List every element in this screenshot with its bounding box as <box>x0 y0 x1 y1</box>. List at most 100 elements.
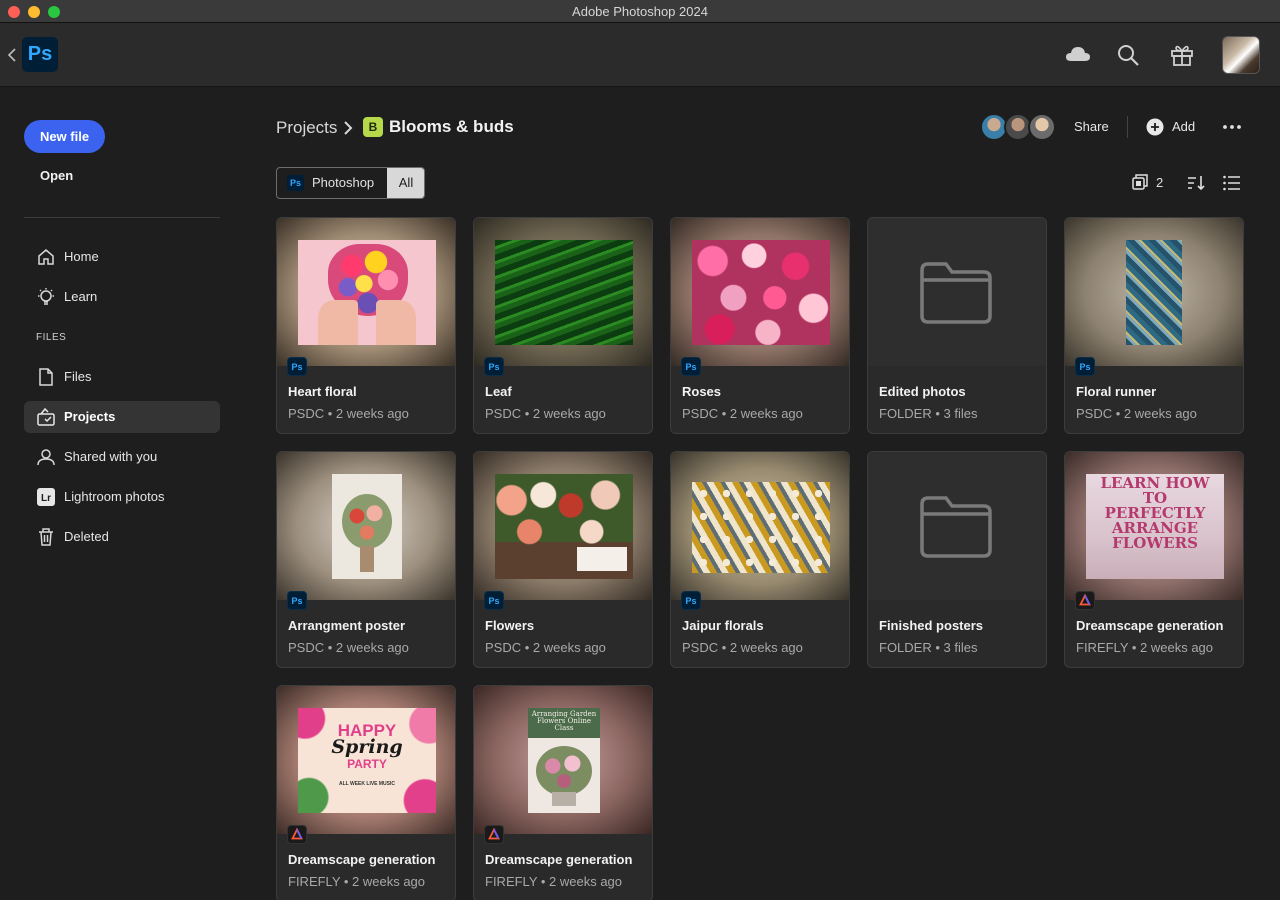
folder-icon <box>920 496 992 558</box>
file-card[interactable]: Ps Arrangment poster PSDC • 2 weeks ago <box>276 451 456 668</box>
card-meta: FIREFLY • 2 weeks ago <box>288 874 426 889</box>
poster-class-text: Arranging Garden Flowers Online Class <box>531 710 597 732</box>
projects-icon <box>37 407 55 426</box>
breadcrumb-projects-link[interactable]: Projects <box>276 118 337 138</box>
file-card[interactable]: LEARN HOW TO PERFECTLY ARRANGE FLOWERS D… <box>1064 451 1244 668</box>
poster-party-text: PARTY <box>347 757 387 771</box>
chevron-right-icon <box>344 121 353 135</box>
home-icon <box>38 249 54 265</box>
card-title: Dreamscape generation <box>1076 618 1224 633</box>
sidebar-item-files[interactable]: Files <box>24 361 220 393</box>
folder-icon <box>920 262 992 324</box>
window-titlebar: Adobe Photoshop 2024 <box>0 0 1280 23</box>
sidebar-item-home[interactable]: Home <box>24 241 220 273</box>
folder-card[interactable]: Finished posters FOLDER • 3 files <box>867 451 1047 668</box>
header-divider <box>1127 116 1128 138</box>
card-title: Finished posters <box>879 618 984 633</box>
new-file-button[interactable]: New file <box>24 120 105 153</box>
jaipur-florals-image <box>692 482 830 573</box>
add-button-label: Add <box>1172 119 1196 134</box>
photoshop-badge-icon: Ps <box>681 591 701 610</box>
card-meta: PSDC • 2 weeks ago <box>1076 406 1197 421</box>
poster-learn-text: LEARN HOW TO PERFECTLY ARRANGE FLOWERS <box>1100 474 1210 552</box>
document-icon <box>39 368 53 386</box>
sidebar-item-label: Home <box>64 249 99 264</box>
item-count: 2 <box>1156 175 1164 190</box>
arrangement-poster-image <box>332 474 402 579</box>
card-meta: FIREFLY • 2 weeks ago <box>485 874 623 889</box>
collaborator-avatar[interactable] <box>1028 113 1056 141</box>
sidebar-item-deleted[interactable]: Deleted <box>24 521 220 553</box>
share-button[interactable]: Share <box>1074 119 1109 134</box>
file-card[interactable]: Ps Leaf PSDC • 2 weeks ago <box>473 217 653 434</box>
card-thumbnail: LEARN HOW TO PERFECTLY ARRANGE FLOWERS <box>1065 452 1243 600</box>
file-card[interactable]: Ps Flowers PSDC • 2 weeks ago <box>473 451 653 668</box>
sidebar-divider <box>24 217 220 218</box>
heart-floral-image <box>298 240 436 345</box>
filter-photoshop-button[interactable]: Ps Photoshop <box>277 168 387 198</box>
card-title: Arrangment poster <box>288 618 406 633</box>
more-options-icon[interactable] <box>1222 118 1242 136</box>
card-meta: PSDC • 2 weeks ago <box>485 406 606 421</box>
photoshop-badge-icon: Ps <box>484 357 504 376</box>
sidebar-item-projects[interactable]: Projects <box>24 401 220 433</box>
sidebar-item-label: Projects <box>64 409 116 424</box>
sidebar-item-shared[interactable]: Shared with you <box>24 441 220 473</box>
project-badge: B <box>363 117 383 137</box>
card-thumbnail <box>1065 218 1243 366</box>
copy-count-icon[interactable] <box>1132 174 1148 190</box>
roses-image <box>692 240 830 345</box>
photoshop-badge-icon: Ps <box>287 175 304 191</box>
sidebar-item-label: Learn <box>64 289 98 304</box>
project-title: Blooms & buds <box>389 117 514 136</box>
filter-all-button[interactable]: All <box>387 168 424 198</box>
card-meta: PSDC • 2 weeks ago <box>682 406 803 421</box>
card-thumbnail <box>277 218 455 366</box>
card-title: Leaf <box>485 384 512 399</box>
cloud-icon[interactable] <box>1064 41 1092 69</box>
card-title: Heart floral <box>288 384 357 399</box>
app-filter-group: Ps Photoshop All <box>276 167 425 199</box>
card-thumbnail: Arranging Garden Flowers Online Class <box>474 686 652 834</box>
sort-icon[interactable] <box>1186 174 1206 192</box>
poster-music-text: ALL WEEK LIVE MUSIC <box>338 781 396 787</box>
search-icon[interactable] <box>1114 41 1142 69</box>
card-thumbnail <box>671 452 849 600</box>
trash-icon <box>39 528 53 546</box>
card-title: Flowers <box>485 618 535 633</box>
card-meta: PSDC • 2 weeks ago <box>288 640 409 655</box>
sidebar-item-learn[interactable]: Learn <box>24 281 220 313</box>
card-title: Dreamscape generation <box>288 852 436 867</box>
open-button[interactable]: Open <box>40 168 73 183</box>
sidebar-item-lightroom[interactable]: Lr Lightroom photos <box>24 481 220 513</box>
back-chevron-icon[interactable] <box>6 47 18 63</box>
list-view-icon[interactable] <box>1222 174 1242 192</box>
file-card[interactable]: HAPPY Spring PARTY ALL WEEK LIVE MUSIC D… <box>276 685 456 900</box>
file-card[interactable]: Ps Jaipur florals PSDC • 2 weeks ago <box>670 451 850 668</box>
card-meta: PSDC • 2 weeks ago <box>682 640 803 655</box>
photoshop-badge-icon: Ps <box>287 357 307 376</box>
user-avatar[interactable] <box>1222 36 1260 74</box>
file-card[interactable]: Ps Floral runner PSDC • 2 weeks ago <box>1064 217 1244 434</box>
card-thumbnail <box>671 218 849 366</box>
file-card[interactable]: Arranging Garden Flowers Online Class Dr… <box>473 685 653 900</box>
photoshop-logo[interactable]: Ps <box>22 37 58 72</box>
gift-icon[interactable] <box>1168 41 1196 69</box>
spring-party-image: HAPPY Spring PARTY ALL WEEK LIVE MUSIC <box>298 708 436 813</box>
leaf-image <box>495 240 633 345</box>
person-icon <box>37 449 55 466</box>
file-card[interactable]: Ps Roses PSDC • 2 weeks ago <box>670 217 850 434</box>
card-thumbnail <box>277 452 455 600</box>
lightbulb-icon <box>38 288 54 305</box>
card-title: Floral runner <box>1076 384 1157 399</box>
card-thumbnail: HAPPY Spring PARTY ALL WEEK LIVE MUSIC <box>277 686 455 834</box>
folder-card[interactable]: Edited photos FOLDER • 3 files <box>867 217 1047 434</box>
photoshop-badge-icon: Ps <box>287 591 307 610</box>
floral-runner-image <box>1126 240 1182 345</box>
card-thumbnail <box>474 452 652 600</box>
sidebar-item-label: Deleted <box>64 529 109 544</box>
file-card[interactable]: Ps Heart floral PSDC • 2 weeks ago <box>276 217 456 434</box>
card-meta: FOLDER • 3 files <box>879 406 978 421</box>
window-title: Adobe Photoshop 2024 <box>572 4 708 19</box>
svg-text:Lr: Lr <box>41 493 51 504</box>
